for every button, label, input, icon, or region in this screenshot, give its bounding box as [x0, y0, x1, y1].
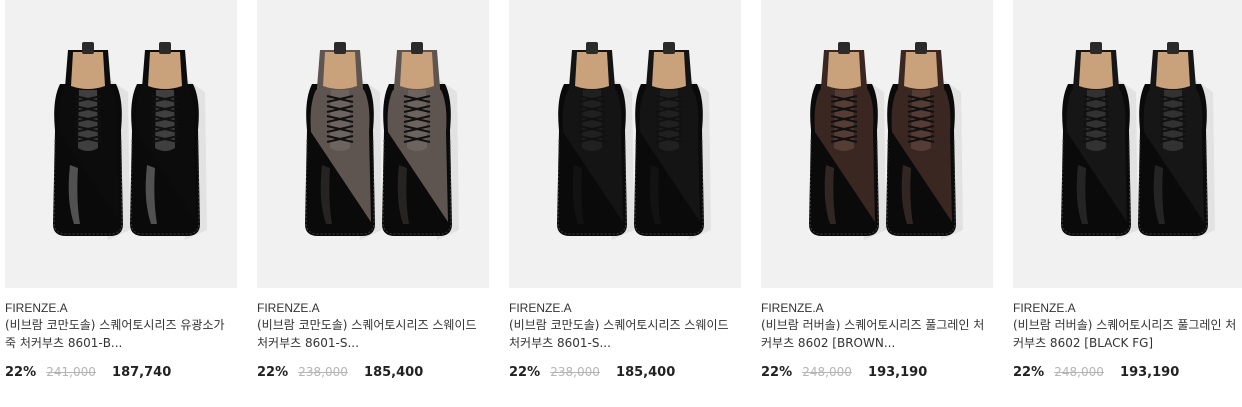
boot-left — [557, 42, 634, 240]
product-image[interactable]: black glossy leather chukka boots — [5, 0, 237, 288]
sale-price: 185,400 — [364, 365, 424, 380]
boots-illustration: black full-grain leather chukka boots — [1061, 42, 1215, 240]
original-price: 248,000 — [802, 365, 852, 379]
product-name[interactable]: (비브람 코만도솔) 스퀘어토시리즈 스웨이드 처커부츠 8601-S... — [509, 316, 737, 352]
boot-right — [382, 42, 459, 240]
product-card[interactable]: black suede chukka boots FIRENZE.A (비브람 … — [509, 0, 741, 407]
product-name[interactable]: (비브람 코만도솔) 스퀘어토시리즈 유광소가죽 처커부츠 8601-B... — [5, 316, 233, 352]
boot-left — [53, 42, 130, 240]
boots-illustration: black glossy leather chukka boots — [53, 42, 207, 240]
product-grid: black glossy leather chukka boots FIRENZ… — [0, 0, 1242, 407]
sale-price: 187,740 — [112, 365, 172, 380]
discount-rate: 22% — [257, 365, 289, 380]
brand-name[interactable]: FIRENZE.A — [509, 300, 572, 316]
discount-rate: 22% — [761, 365, 793, 380]
original-price: 241,000 — [46, 365, 96, 379]
product-image[interactable]: black full-grain leather chukka boots — [1013, 0, 1242, 288]
price-row: 22% 248,000 193,190 — [761, 363, 927, 382]
brand-name[interactable]: FIRENZE.A — [5, 300, 68, 316]
discount-rate: 22% — [5, 365, 37, 380]
brand-name[interactable]: FIRENZE.A — [1013, 300, 1076, 316]
original-price: 248,000 — [1054, 365, 1104, 379]
boots-illustration: grey-brown suede chukka boots — [305, 42, 459, 240]
price-row: 22% 238,000 185,400 — [509, 363, 675, 382]
boot-left — [809, 42, 886, 240]
brand-name[interactable]: FIRENZE.A — [761, 300, 824, 316]
product-image[interactable]: brown full-grain leather chukka boots — [761, 0, 993, 288]
price-row: 22% 248,000 193,190 — [1013, 363, 1179, 382]
boot-right — [886, 42, 963, 240]
original-price: 238,000 — [298, 365, 348, 379]
original-price: 238,000 — [550, 365, 600, 379]
product-image[interactable]: grey-brown suede chukka boots — [257, 0, 489, 288]
boot-left — [1061, 42, 1138, 240]
boot-right — [130, 42, 207, 240]
price-row: 22% 241,000 187,740 — [5, 363, 171, 382]
discount-rate: 22% — [509, 365, 541, 380]
boots-illustration: black suede chukka boots — [557, 42, 711, 240]
product-name[interactable]: (비브람 러버솔) 스퀘어토시리즈 풀그레인 처커부츠 8602 [BLACK … — [1013, 316, 1241, 352]
product-card[interactable]: black glossy leather chukka boots FIRENZ… — [5, 0, 237, 407]
boot-right — [634, 42, 711, 240]
brand-name[interactable]: FIRENZE.A — [257, 300, 320, 316]
product-card[interactable]: grey-brown suede chukka boots FIRENZE.A … — [257, 0, 489, 407]
sale-price: 185,400 — [616, 365, 676, 380]
product-card[interactable]: brown full-grain leather chukka boots FI… — [761, 0, 993, 407]
boots-illustration: brown full-grain leather chukka boots — [809, 42, 963, 240]
price-row: 22% 238,000 185,400 — [257, 363, 423, 382]
sale-price: 193,190 — [868, 365, 928, 380]
product-card[interactable]: black full-grain leather chukka boots FI… — [1013, 0, 1242, 407]
discount-rate: 22% — [1013, 365, 1045, 380]
product-name[interactable]: (비브람 코만도솔) 스퀘어토시리즈 스웨이드 처커부츠 8601-S... — [257, 316, 485, 352]
product-name[interactable]: (비브람 러버솔) 스퀘어토시리즈 풀그레인 처커부츠 8602 [BROWN.… — [761, 316, 989, 352]
sale-price: 193,190 — [1120, 365, 1180, 380]
product-image[interactable]: black suede chukka boots — [509, 0, 741, 288]
boot-right — [1138, 42, 1215, 240]
boot-left — [305, 42, 382, 240]
